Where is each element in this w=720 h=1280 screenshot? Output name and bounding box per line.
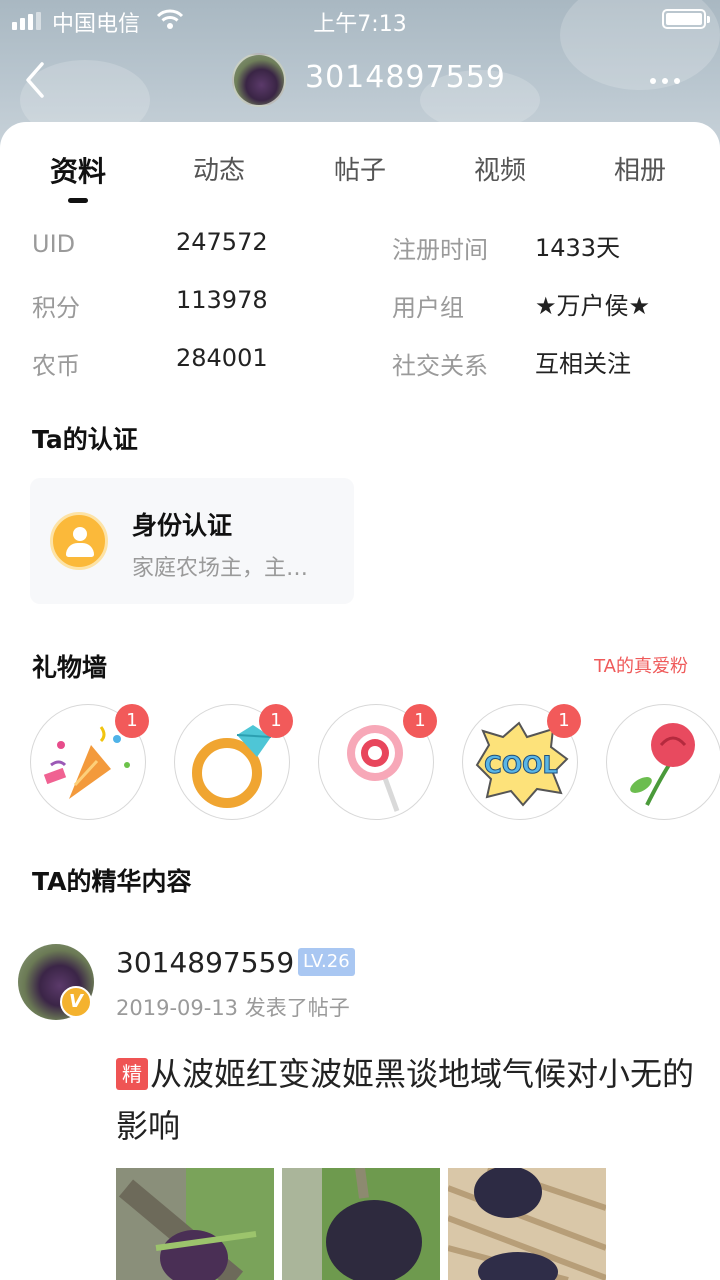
back-arrow-icon[interactable] [18, 58, 58, 102]
gift-item[interactable]: COOL 1 [462, 704, 581, 820]
post-meta: 2019-09-13 发表了帖子 [116, 996, 350, 1020]
post-image[interactable] [282, 1168, 440, 1280]
tab-videos[interactable]: 视频 [440, 150, 560, 187]
gift-wall: 1 1 1 COOL 1 [0, 702, 720, 822]
post-title[interactable]: 精从波姬红变波姬黑谈地域气候对小无的影响 [116, 1048, 696, 1152]
points-label: 积分 [32, 294, 80, 322]
status-time: 上午7:13 [313, 12, 407, 37]
tab-posts[interactable]: 帖子 [300, 150, 420, 187]
avatar[interactable] [232, 53, 286, 107]
user-group-label: 用户组 [392, 294, 464, 322]
rose-icon [630, 723, 695, 806]
certification-title: Ta的认证 [32, 425, 138, 454]
user-icon [50, 512, 108, 570]
uid-value: 247572 [176, 228, 268, 256]
tab-activity[interactable]: 动态 [159, 150, 279, 187]
tab-albums[interactable]: 相册 [580, 150, 700, 187]
gift-count-badge: 1 [115, 704, 149, 738]
profile-sheet: 资料 动态 帖子 视频 相册 UID 247572 注册时间 1433天 积分 … [0, 122, 720, 1280]
featured-tag: 精 [116, 1058, 148, 1090]
post-image[interactable] [116, 1168, 274, 1280]
gift-item[interactable]: 1 [174, 704, 293, 820]
social-value: 互相关注 [535, 350, 631, 378]
coins-value: 284001 [176, 344, 268, 372]
user-group-value: ★万户侯★ [535, 292, 651, 320]
verified-badge-icon: V [60, 986, 92, 1018]
certification-type: 身份认证 [132, 511, 233, 540]
battery-icon [662, 9, 710, 29]
tab-profile[interactable]: 资料 [18, 150, 138, 190]
gift-item[interactable] [606, 704, 720, 820]
uid-label: UID [32, 230, 76, 258]
post-image[interactable] [448, 1168, 606, 1280]
status-bar: 中国电信 上午7:13 [0, 0, 720, 40]
tab-bar: 资料 动态 帖子 视频 相册 [0, 122, 720, 212]
social-label: 社交关系 [392, 352, 488, 380]
certification-desc: 家庭农场主，主… [132, 556, 309, 581]
post-author[interactable]: 3014897559 [116, 946, 294, 979]
true-fans-link[interactable]: TA的真爱粉 [594, 652, 688, 678]
level-badge: LV.26 [298, 948, 355, 976]
certification-card[interactable]: 身份认证 家庭农场主，主… [30, 478, 354, 604]
gift-wall-title: 礼物墙 [32, 653, 108, 682]
gift-item[interactable]: 1 [30, 704, 149, 820]
gift-count-badge: 1 [259, 704, 293, 738]
more-options-icon[interactable] [650, 78, 680, 84]
tab-indicator [68, 198, 88, 203]
nav-bar: 3014897559 [0, 40, 720, 120]
featured-title: TA的精华内容 [32, 867, 192, 896]
gift-count-badge: 1 [547, 704, 581, 738]
page-title: 3014897559 [305, 60, 506, 95]
post-images [116, 1168, 716, 1280]
reg-time-value: 1433天 [535, 234, 621, 262]
gift-count-badge: 1 [403, 704, 437, 738]
post-title-text: 从波姬红变波姬黑谈地域气候对小无的影响 [116, 1055, 695, 1145]
reg-time-label: 注册时间 [392, 236, 488, 264]
svg-text:COOL: COOL [484, 751, 558, 779]
coins-label: 农币 [32, 352, 80, 380]
gift-item[interactable]: 1 [318, 704, 437, 820]
points-value: 113978 [176, 286, 268, 314]
